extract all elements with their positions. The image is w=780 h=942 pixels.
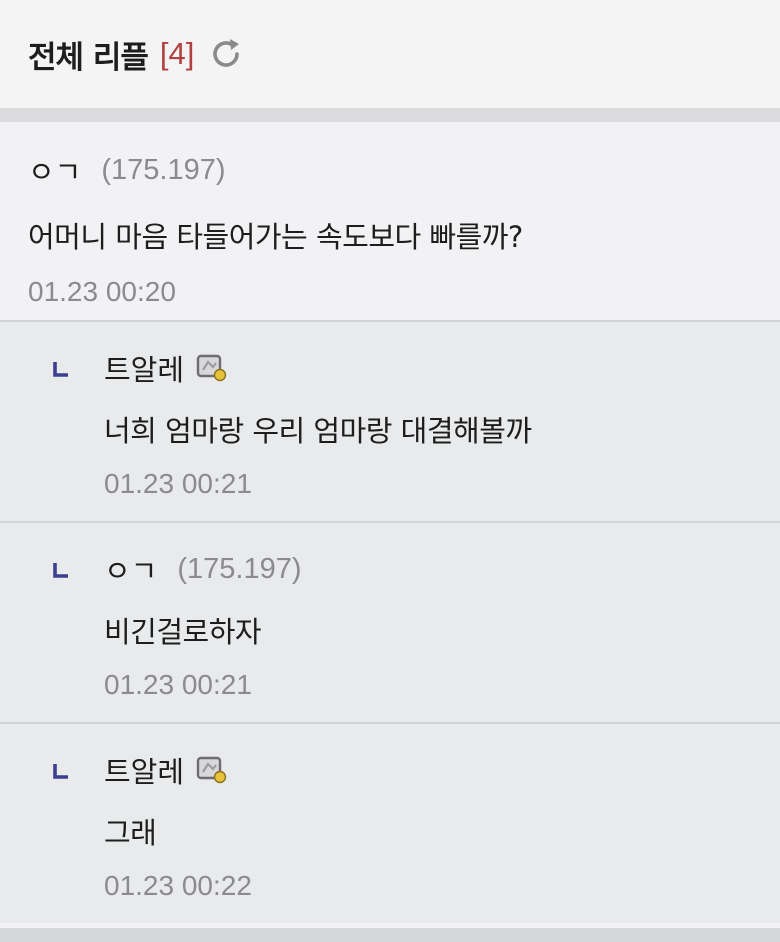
reply-arrow-icon	[52, 760, 72, 780]
reply-time: 01.23 00:21	[104, 669, 252, 700]
reply-author[interactable]: ㅇㄱ	[104, 548, 157, 590]
reply-text: 너희 엄마랑 우리 엄마랑 대결해볼까	[104, 414, 532, 448]
comment-item: ㅇㄱ (175.197) 어머니 마음 타들어가는 속도보다 빠를까? 01.2…	[0, 122, 780, 320]
comment-author[interactable]: ㅇㄱ	[28, 149, 81, 191]
reply-item: ㅇㄱ (175.197) 비긴걸로하자 01.23 00:21	[0, 521, 780, 722]
comment-time: 01.23 00:20	[28, 276, 176, 307]
reply-item: 트알레 그래 01.23 00:22	[0, 722, 780, 923]
member-badge-icon	[196, 755, 230, 785]
comments-count: [4]	[159, 36, 195, 71]
reply-arrow-icon	[52, 358, 72, 378]
reply-ip: (175.197)	[177, 552, 302, 585]
header-divider	[0, 108, 780, 122]
reply-arrow-icon	[52, 559, 72, 579]
comment-text: 어머니 마음 타들어가는 속도보다 빠를까?	[28, 220, 523, 254]
reply-author[interactable]: 트알레	[104, 347, 184, 389]
member-badge-icon	[196, 353, 230, 383]
reply-time: 01.23 00:21	[104, 468, 252, 499]
reply-text: 그래	[104, 816, 157, 850]
bottom-divider	[0, 928, 780, 942]
reply-text: 비긴걸로하자	[104, 615, 262, 649]
comments-header: 전체 리플 [4]	[0, 0, 780, 108]
refresh-icon[interactable]	[206, 34, 246, 74]
comments-title: 전체 리플	[28, 39, 149, 76]
comment-ip: (175.197)	[101, 153, 226, 186]
reply-author[interactable]: 트알레	[104, 749, 184, 791]
reply-time: 01.23 00:22	[104, 870, 252, 901]
reply-item: 트알레 너희 엄마랑 우리 엄마랑 대결해볼까 01.23 00:21	[0, 320, 780, 521]
